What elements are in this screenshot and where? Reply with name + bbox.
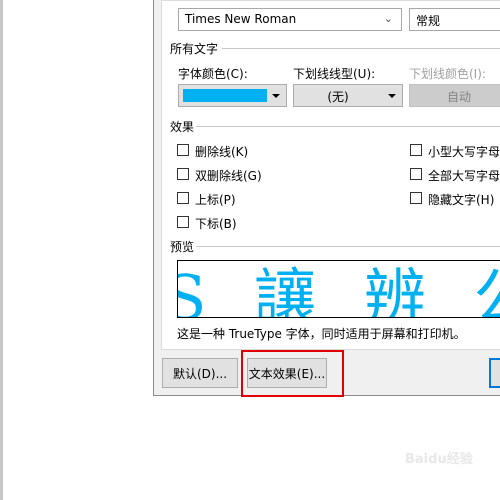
underline-style-dropdown[interactable]: (无): [293, 84, 403, 107]
checkbox-box[interactable]: [177, 192, 189, 204]
dropdown-arrow-icon: [272, 94, 280, 98]
checkbox-label: 全部大写字母: [428, 169, 500, 183]
checkbox-box[interactable]: [177, 216, 189, 228]
underline-color-value: 自动: [446, 90, 471, 104]
preview-heading: 预览: [170, 240, 195, 254]
divider: [196, 246, 500, 247]
checkbox-box[interactable]: [410, 192, 422, 204]
checkbox-label: 上标(P): [195, 193, 236, 207]
font-style-combo[interactable]: 常规: [409, 8, 500, 31]
baidu-watermark: Baidu经验: [405, 452, 473, 467]
set-default-button[interactable]: 默认(D)...: [162, 358, 238, 388]
underline-style-value: (无): [327, 90, 349, 104]
window-edge: [0, 0, 3, 500]
checkbox-label: 删除线(K): [195, 145, 249, 159]
checkbox-box[interactable]: [177, 168, 189, 180]
font-color-label: 字体颜色(C):: [178, 67, 248, 81]
chevron-down-icon: ⌄: [383, 12, 393, 25]
checkbox-label: 双删除线(G): [195, 169, 262, 183]
preview-sample: S 讓 辨 公: [178, 261, 500, 318]
highlight-box: [241, 350, 344, 397]
checkbox-label: 小型大写字母: [428, 145, 500, 159]
font-color-dropdown[interactable]: [178, 84, 287, 107]
underline-color-dropdown: 自动: [409, 84, 500, 107]
dropdown-arrow-icon: [388, 94, 396, 98]
checkbox-label: 隐藏文字(H): [428, 193, 495, 207]
divider: [222, 48, 500, 49]
effects-heading: 效果: [170, 120, 195, 134]
color-swatch: [183, 89, 267, 102]
checkbox-label: 下标(B): [195, 217, 237, 231]
all-text-heading: 所有文字: [170, 42, 219, 56]
font-family-value: Times New Roman: [185, 12, 297, 26]
checkbox-box[interactable]: [410, 144, 422, 156]
preview-description: 这是一种 TrueType 字体，同时适用于屏幕和打印机。: [177, 327, 466, 341]
ok-button[interactable]: [489, 358, 500, 388]
underline-style-label: 下划线线型(U):: [293, 67, 376, 81]
checkbox-box[interactable]: [177, 144, 189, 156]
underline-color-label: 下划线颜色(I):: [409, 67, 486, 81]
checkbox-box[interactable]: [410, 168, 422, 180]
divider: [196, 126, 500, 127]
preview-box: S 讓 辨 公: [177, 260, 500, 318]
font-family-combo[interactable]: Times New Roman ⌄: [178, 8, 402, 31]
font-style-value: 常规: [416, 14, 441, 28]
